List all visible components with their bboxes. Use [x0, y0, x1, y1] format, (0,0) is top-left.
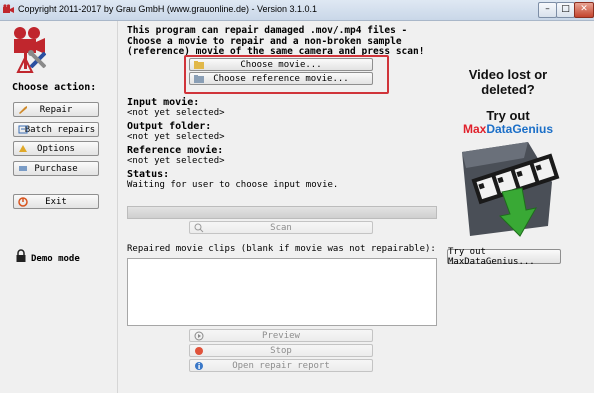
- brand-max: Max: [462, 122, 487, 136]
- open-repair-report-button[interactable]: Open repair report: [189, 359, 373, 372]
- minimize-button[interactable]: –: [538, 2, 557, 18]
- repair-button[interactable]: Repair: [13, 102, 99, 117]
- batch-repairs-label: Batch repairs: [24, 124, 96, 135]
- brand-genius: Genius: [512, 122, 554, 136]
- batch-icon: [18, 125, 28, 134]
- folder-icon: [194, 60, 204, 69]
- preview-label: Preview: [262, 330, 300, 341]
- open-repair-report-label: Open repair report: [232, 360, 330, 371]
- options-label: Options: [37, 143, 75, 154]
- lock-icon: [16, 249, 26, 263]
- info-icon: [194, 361, 204, 370]
- choose-movie-button[interactable]: Choose movie...: [189, 58, 373, 71]
- repaired-clips-list[interactable]: [127, 258, 437, 326]
- power-icon: [18, 197, 28, 207]
- input-movie-label: Input movie:: [127, 97, 200, 108]
- ad-title-line2: deleted?: [481, 82, 535, 97]
- brand-data: Data: [486, 122, 513, 136]
- choose-reference-button[interactable]: Choose reference movie...: [189, 72, 373, 85]
- options-button[interactable]: Options: [13, 141, 99, 156]
- purchase-button[interactable]: Purchase: [13, 161, 99, 176]
- stop-icon: [194, 346, 204, 355]
- repair-button-label: Repair: [39, 104, 73, 115]
- status-label: Status:: [127, 169, 170, 180]
- app-icon: [3, 4, 14, 15]
- reference-movie-value: <not yet selected>: [127, 156, 225, 166]
- close-button[interactable]: ✕: [574, 2, 594, 18]
- preview-button[interactable]: Preview: [189, 329, 373, 342]
- tools-icon: [26, 48, 50, 72]
- sidebar: Choose action: Repair Batch repairs Opti…: [0, 21, 118, 393]
- maximize-button[interactable]: □: [556, 2, 575, 18]
- exit-label: Exit: [45, 196, 67, 207]
- wrench-icon: [18, 105, 28, 114]
- purchase-label: Purchase: [34, 163, 78, 174]
- reference-movie-label: Reference movie:: [127, 145, 224, 156]
- scan-button[interactable]: Scan: [189, 221, 373, 234]
- folder-icon: [194, 74, 204, 83]
- maxdatagenius-product-image[interactable]: [450, 138, 566, 244]
- output-folder-value: <not yet selected>: [127, 132, 225, 142]
- cart-icon: [18, 164, 28, 173]
- exit-button[interactable]: Exit: [13, 194, 99, 209]
- try-maxdatagenius-label: Try out MaxDataGenius...: [448, 246, 535, 267]
- input-movie-value: <not yet selected>: [127, 108, 225, 118]
- stop-button[interactable]: Stop: [189, 344, 373, 357]
- ad-title-line1: Video lost or: [468, 67, 548, 82]
- ad-brand: MaxDataGenius: [452, 122, 564, 136]
- window-title: Copyright 2011-2017 by Grau GmbH (www.gr…: [18, 4, 317, 14]
- choose-action-heading: Choose action:: [12, 82, 97, 93]
- progress-bar: [127, 206, 437, 219]
- scan-label: Scan: [270, 222, 292, 233]
- batch-repairs-button[interactable]: Batch repairs: [13, 122, 99, 137]
- status-value: Waiting for user to choose input movie.: [127, 180, 339, 190]
- options-icon: [18, 144, 28, 153]
- magnifier-icon: [194, 223, 204, 233]
- choose-movie-label: Choose movie...: [240, 59, 322, 70]
- intro-text: This program can repair damaged .mov/.mp…: [127, 25, 425, 57]
- choose-reference-label: Choose reference movie...: [213, 73, 349, 84]
- title-bar: Copyright 2011-2017 by Grau GmbH (www.gr…: [0, 0, 594, 21]
- try-maxdatagenius-button[interactable]: Try out MaxDataGenius...: [447, 246, 561, 267]
- repaired-clips-label: Repaired movie clips (blank if movie was…: [127, 244, 436, 254]
- demo-mode-label: Demo mode: [31, 254, 80, 264]
- play-icon: [194, 331, 204, 341]
- output-folder-label: Output folder:: [127, 121, 212, 132]
- stop-label: Stop: [270, 345, 292, 356]
